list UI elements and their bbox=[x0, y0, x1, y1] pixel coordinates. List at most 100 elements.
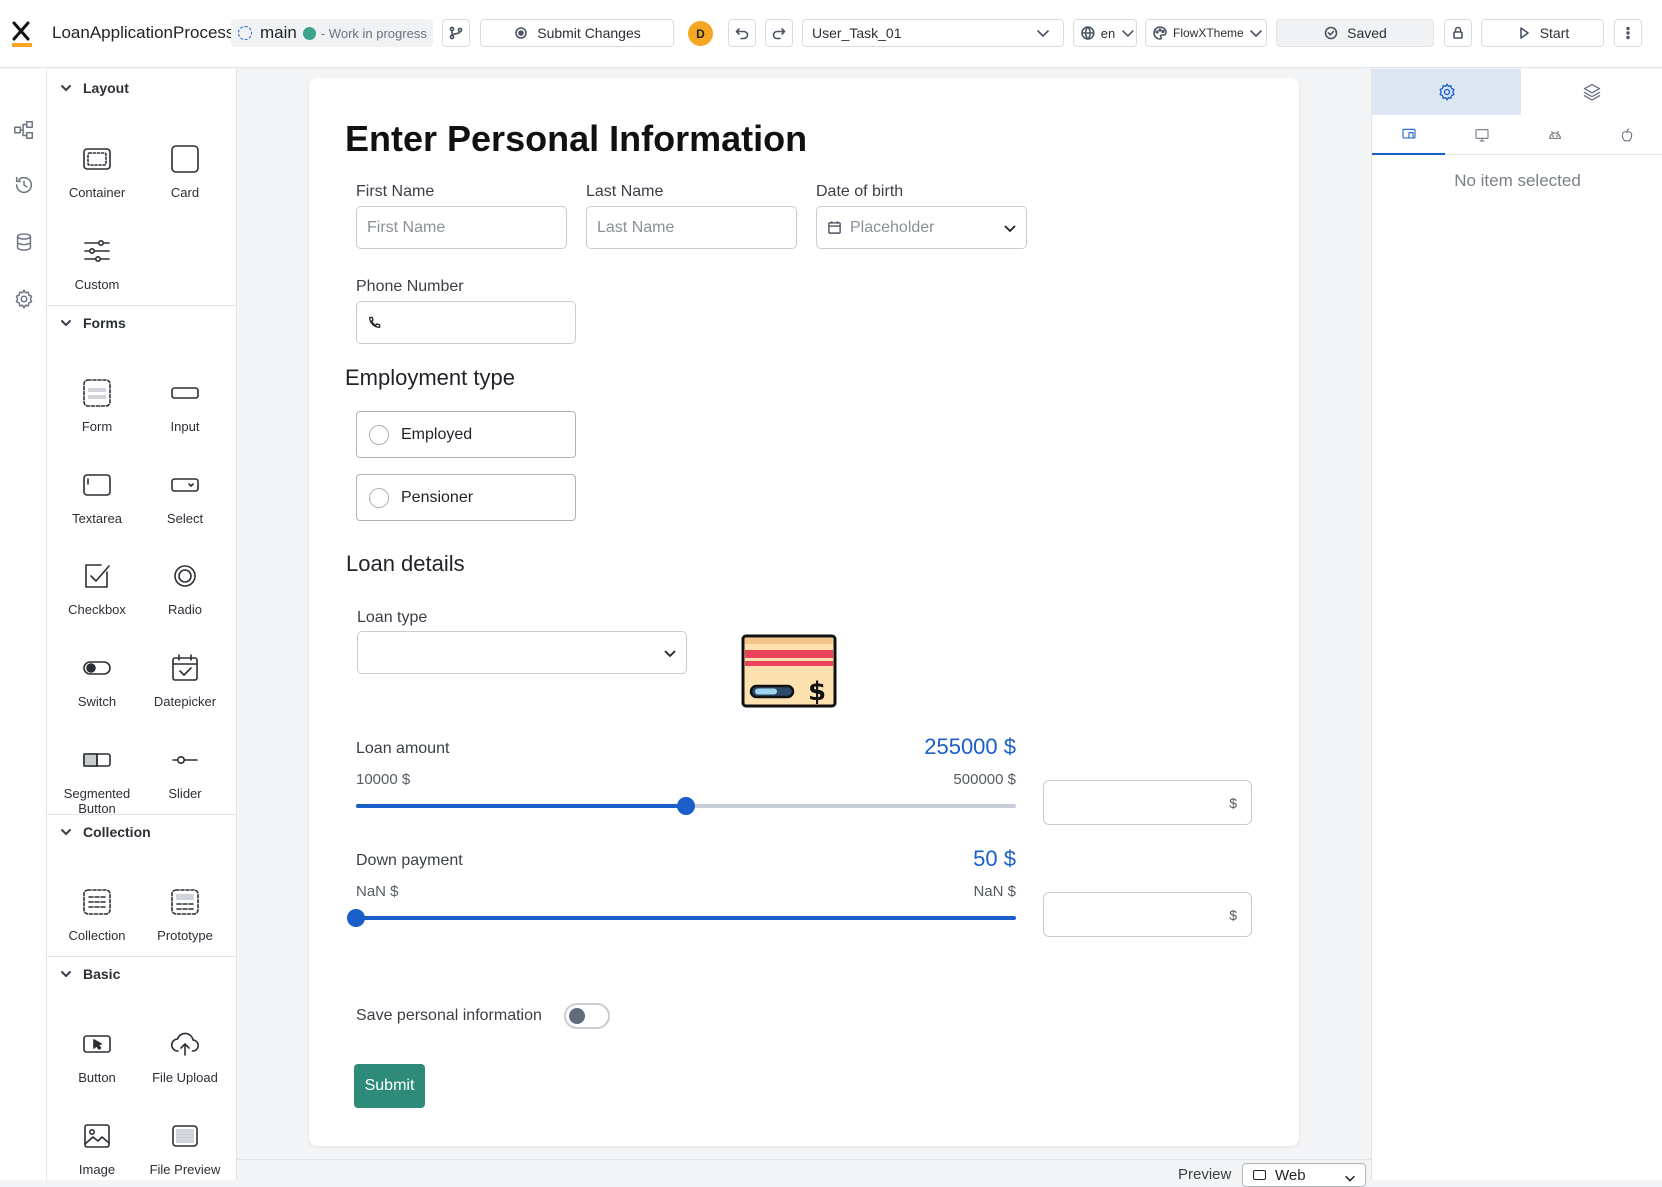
loan-amount-max: 500000 $ bbox=[953, 771, 1016, 788]
flowx-logo[interactable] bbox=[11, 20, 33, 48]
component-file-preview[interactable]: File Preview bbox=[140, 1116, 230, 1180]
section-collection-header[interactable]: Collection bbox=[47, 815, 236, 849]
phone-icon bbox=[369, 316, 381, 328]
input-icon bbox=[171, 387, 199, 399]
process-name[interactable]: LoanApplicationProcess bbox=[52, 23, 234, 43]
tab-settings[interactable] bbox=[1372, 69, 1521, 115]
theme-select[interactable]: FlowXTheme bbox=[1145, 19, 1267, 47]
radio-employed[interactable]: Employed bbox=[356, 411, 576, 458]
section-forms-header[interactable]: Forms bbox=[47, 306, 236, 340]
component-slider[interactable]: Slider bbox=[140, 740, 230, 820]
theme-value: FlowXTheme bbox=[1173, 26, 1244, 40]
loan-amount-unit: $ bbox=[1229, 794, 1237, 811]
rail-data-button[interactable] bbox=[6, 224, 42, 260]
slider-icon bbox=[172, 756, 198, 765]
lock-icon bbox=[1453, 26, 1463, 39]
component-prototype[interactable]: Prototype bbox=[140, 882, 230, 962]
language-select[interactable]: en bbox=[1073, 19, 1137, 47]
process-diagram-icon bbox=[14, 121, 33, 139]
rail-process-button[interactable] bbox=[6, 112, 42, 148]
component-form[interactable]: Form bbox=[52, 373, 142, 453]
component-radio[interactable]: Radio bbox=[140, 556, 230, 636]
component-input[interactable]: Input bbox=[140, 373, 230, 453]
switch-icon bbox=[83, 661, 111, 675]
loan-type-label: Loan type bbox=[357, 609, 428, 626]
tab-platform-generic[interactable] bbox=[1372, 115, 1445, 155]
submit-button[interactable]: Submit bbox=[354, 1064, 425, 1108]
branch-name: main bbox=[260, 23, 297, 42]
platform-select[interactable]: Web bbox=[1242, 1163, 1366, 1187]
user-avatar[interactable]: D bbox=[688, 21, 713, 46]
branch-spinner-icon bbox=[238, 26, 252, 40]
responsive-icon bbox=[1401, 128, 1416, 139]
calendar-check-icon bbox=[172, 654, 198, 681]
empty-selection-text: No item selected bbox=[1454, 171, 1581, 190]
undo-icon bbox=[735, 28, 749, 40]
task-select[interactable]: User_Task_01 bbox=[802, 19, 1064, 47]
redo-button[interactable] bbox=[765, 19, 793, 47]
last-name-input[interactable]: Last Name bbox=[586, 206, 797, 249]
dob-placeholder: Placeholder bbox=[850, 218, 935, 236]
component-image[interactable]: Image bbox=[52, 1116, 142, 1180]
phone-input[interactable] bbox=[356, 301, 576, 344]
component-image-label: Image bbox=[78, 1162, 116, 1177]
tab-platform-android[interactable] bbox=[1518, 115, 1591, 155]
tab-platform-web[interactable] bbox=[1445, 115, 1518, 155]
component-button[interactable]: Button bbox=[52, 1024, 142, 1104]
start-label: Start bbox=[1539, 25, 1570, 41]
more-vertical-icon bbox=[1626, 26, 1630, 40]
loan-amount-slider[interactable] bbox=[356, 797, 1016, 815]
component-datepicker[interactable]: Datepicker bbox=[140, 648, 230, 728]
component-textarea[interactable]: Textarea bbox=[52, 465, 142, 545]
component-custom[interactable]: Custom bbox=[52, 231, 142, 311]
more-menu-button[interactable] bbox=[1614, 19, 1642, 47]
loan-amount-input[interactable]: $ bbox=[1043, 780, 1252, 825]
component-card[interactable]: Card bbox=[140, 139, 230, 219]
dob-datepicker[interactable]: Placeholder bbox=[816, 206, 1027, 249]
tab-layers[interactable] bbox=[1521, 69, 1662, 115]
component-file-upload[interactable]: File Upload bbox=[140, 1024, 230, 1104]
radio-pensioner[interactable]: Pensioner bbox=[356, 474, 576, 521]
component-select[interactable]: Select bbox=[140, 465, 230, 545]
down-payment-input[interactable]: $ bbox=[1043, 892, 1252, 937]
lock-button[interactable] bbox=[1444, 19, 1472, 47]
undo-button[interactable] bbox=[728, 19, 756, 47]
component-file-upload-label: File Upload bbox=[152, 1070, 218, 1085]
layers-icon bbox=[1583, 83, 1601, 101]
image-icon bbox=[84, 1124, 110, 1148]
component-switch[interactable]: Switch bbox=[52, 648, 142, 728]
section-basic-header[interactable]: Basic bbox=[47, 957, 236, 991]
language-value: en bbox=[1100, 25, 1116, 41]
branch-selector[interactable]: main - Work in progress bbox=[231, 19, 433, 47]
loan-amount-slider-thumb[interactable] bbox=[677, 797, 695, 815]
dob-label: Date of birth bbox=[816, 183, 904, 200]
component-collection[interactable]: Collection bbox=[52, 882, 142, 962]
section-layout-header[interactable]: Layout bbox=[47, 71, 236, 105]
submit-changes-label: Submit Changes bbox=[537, 25, 641, 41]
branches-button[interactable] bbox=[442, 19, 470, 47]
down-payment-label: Down payment bbox=[356, 852, 463, 869]
saved-indicator: Saved bbox=[1276, 19, 1434, 47]
component-segmented-button[interactable]: Segmented Button bbox=[52, 740, 142, 820]
component-button-label: Button bbox=[78, 1070, 116, 1085]
loan-type-select[interactable] bbox=[357, 631, 687, 674]
last-name-placeholder: Last Name bbox=[597, 218, 675, 236]
tab-platform-ios[interactable] bbox=[1591, 115, 1662, 155]
start-button[interactable]: Start bbox=[1481, 19, 1604, 47]
rail-settings-button[interactable] bbox=[6, 281, 42, 317]
platform-value: Web bbox=[1275, 1166, 1306, 1184]
palette-icon bbox=[1153, 26, 1167, 40]
form-card[interactable]: Enter Personal Information First Name Fi… bbox=[309, 78, 1299, 1146]
component-checkbox[interactable]: Checkbox bbox=[52, 556, 142, 636]
down-payment-slider-thumb[interactable] bbox=[347, 909, 365, 927]
save-info-switch[interactable] bbox=[564, 1003, 610, 1029]
prototype-icon bbox=[171, 889, 199, 915]
submit-changes-button[interactable]: Submit Changes bbox=[480, 19, 674, 47]
properties-panel: No item selected bbox=[1371, 69, 1662, 1180]
rail-history-button[interactable] bbox=[6, 167, 42, 203]
down-payment-slider[interactable] bbox=[347, 909, 1016, 927]
component-container[interactable]: Container bbox=[52, 139, 142, 219]
component-select-label: Select bbox=[166, 511, 204, 526]
first-name-input[interactable]: First Name bbox=[356, 206, 567, 249]
chevron-down-icon bbox=[1122, 30, 1134, 37]
